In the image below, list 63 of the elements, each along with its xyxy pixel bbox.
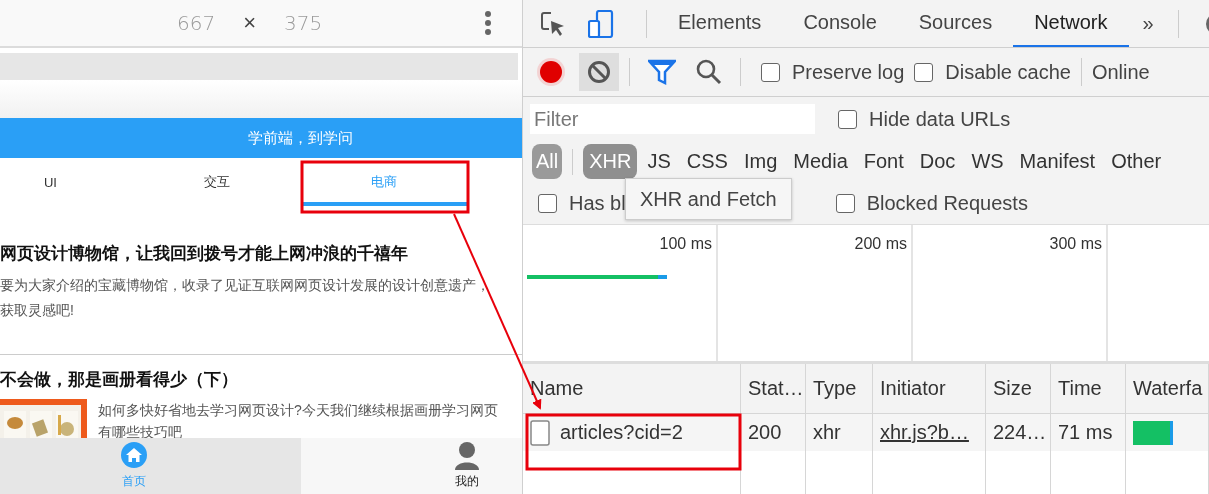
type-filter[interactable]: Doc [913,144,962,179]
article-summary: 如何多快好省地去学习网页设计?今天我们继续根据画册学习网页 [98,401,498,420]
column-header[interactable]: Name [523,364,741,414]
type-filter[interactable]: Font [857,144,910,179]
times-sign: × [243,10,257,36]
type-filter[interactable]: JS [641,144,677,179]
column-header[interactable]: Size [986,364,1051,414]
table-cell: 200 [741,414,806,451]
filter-field[interactable]: Filter [530,104,815,134]
checkbox[interactable] [914,62,934,82]
table-cell: xhr [806,414,873,451]
table-cell: 224… [986,414,1051,451]
type-filter[interactable]: Img [737,144,784,179]
person-icon [454,442,481,470]
type-filter[interactable]: CSS [680,144,734,179]
record-icon[interactable] [536,57,566,87]
filter-icon[interactable] [648,59,676,85]
column-header[interactable]: Stat… [741,364,806,414]
more-icon[interactable] [484,11,492,35]
column-header[interactable]: Type [806,364,873,414]
checkbox-label: Disable cache [945,60,1071,84]
checkbox[interactable] [761,62,780,82]
clear-icon [587,60,611,84]
nav-tab[interactable]: 我的 [300,438,522,494]
article-summary: 要为大家介绍的宝藏博物馆，收录了见证互联网网页设计发展的设计创意遗产， [0,276,491,295]
waterfall-bar [1133,420,1173,445]
article-summary: 获取灵感吧! [0,301,75,320]
checkbox[interactable] [835,193,855,213]
clear-button[interactable] [579,53,619,91]
table-cell: 71 ms [1051,414,1126,451]
column-header[interactable]: Initiator [873,364,986,414]
column-header[interactable]: Waterfa [1126,364,1209,414]
throttling-dropdown[interactable]: Online [1091,60,1150,84]
panel-tab[interactable]: Sources [897,0,1014,47]
checkbox[interactable] [538,193,557,213]
type-filter[interactable]: Manifest [1013,144,1102,179]
checkbox-label: Preserve log [792,60,905,84]
checkbox-label: Has bl [569,191,626,215]
tooltip: XHR and Fetch [625,178,792,220]
type-filter[interactable]: WS [965,144,1010,179]
type-filter[interactable]: Media [787,144,854,179]
tick-label: 300 ms [1049,235,1102,252]
checkbox[interactable] [838,109,857,129]
search-icon[interactable] [696,59,722,85]
category-tab[interactable]: UI [0,158,134,206]
column-header[interactable]: Time [1051,364,1126,414]
checkbox-label: Hide data URLs [869,107,1011,131]
page-banner: 学前端，到学问 [0,118,522,158]
panel-tab[interactable]: Console [782,0,898,47]
more-tabs-button[interactable]: » [1142,12,1154,35]
panel-tab[interactable]: Network [1013,0,1129,47]
article-title[interactable]: 不会做，那是画册看得少（下） [0,368,522,392]
tick-label: 200 ms [854,235,907,252]
type-filter[interactable]: Other [1105,144,1168,179]
home-icon [120,442,147,470]
panel-tab[interactable]: Elements [657,0,783,47]
article-title[interactable]: 网页设计博物馆，让我回到拨号才能上网冲浪的千禧年 [0,242,522,266]
category-tab[interactable]: 交互 [133,158,301,206]
tick-label: 100 ms [659,235,712,252]
inspect-icon[interactable] [540,10,566,37]
device-icon[interactable] [588,9,614,38]
checkbox-label: Blocked Requests [866,191,1028,215]
file-icon [530,419,550,446]
